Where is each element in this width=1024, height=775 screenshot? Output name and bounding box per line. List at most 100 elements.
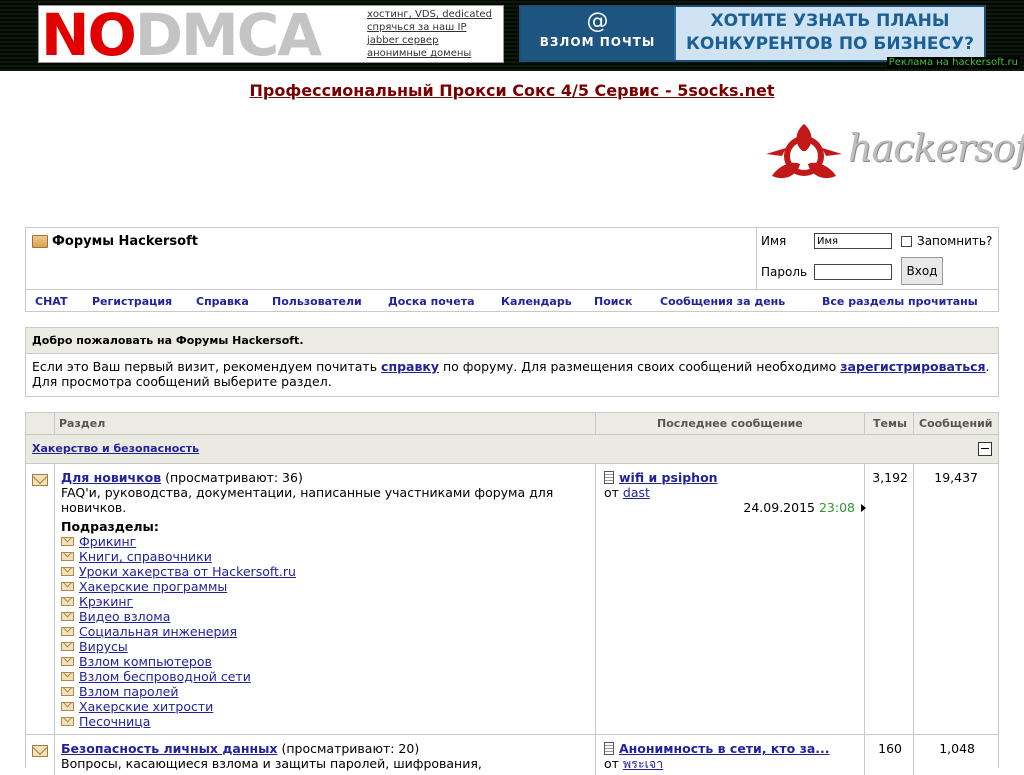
subforum-item[interactable]: Фрикинг <box>61 534 596 549</box>
register-link[interactable]: зарегистрироваться <box>840 359 985 374</box>
subforum-link[interactable]: Вирусы <box>79 639 128 654</box>
subforum-item[interactable]: Песочница <box>61 714 596 729</box>
forum-row: Безопасность личных данных (просматриваю… <box>26 735 998 775</box>
subforum-icon <box>61 657 74 666</box>
welcome-text-part: Если это Ваш первый визит, рекомендуем п… <box>32 359 382 374</box>
thread-icon <box>604 742 614 755</box>
subforum-icon <box>61 627 74 636</box>
subforum-link[interactable]: Хакерские программы <box>79 579 227 594</box>
subforum-item[interactable]: Видео взлома <box>61 609 596 624</box>
subforum-link[interactable]: Песочница <box>79 714 150 729</box>
last-post-user[interactable]: พระเจา <box>623 756 663 771</box>
subforum-link[interactable]: Крэкинг <box>79 594 133 609</box>
forum-info: Безопасность личных данных (просматриваю… <box>61 741 596 771</box>
category-row: Хакерство и безопасность <box>26 435 998 464</box>
remember-me[interactable]: Запомнить? <box>901 234 992 248</box>
subforum-icon <box>61 597 74 606</box>
nav-search[interactable]: Поиск <box>594 295 632 308</box>
subforum-icon <box>61 687 74 696</box>
subforum-item[interactable]: Книги, справочники <box>61 549 596 564</box>
mail-hack-ad[interactable]: @ ВЗЛОМ ПОЧТЫ ХОТИТЕ УЗНАТЬ ПЛАНЫ КОНКУР… <box>519 5 986 62</box>
collapse-icon[interactable] <box>978 442 992 456</box>
folder-icon <box>32 235 48 248</box>
navbar: Форумы Hackersoft Имя Запомнить? Пароль … <box>25 227 999 312</box>
last-post-user[interactable]: dast <box>623 485 650 500</box>
help-link[interactable]: справку <box>381 359 439 374</box>
subforum-link[interactable]: Хакерские хитрости <box>79 699 213 714</box>
subforum-link[interactable]: Взлом компьютеров <box>79 654 212 669</box>
nodmca-ad[interactable]: NODMCA хостинг, VDS, dedicated спрячься … <box>38 1 504 69</box>
nodmca-link[interactable]: спрячься за наш IP <box>367 21 492 34</box>
nodmca-link[interactable]: jabber сервер <box>367 34 492 47</box>
remember-label: Запомнить? <box>917 234 993 248</box>
category-link[interactable]: Хакерство и безопасность <box>32 442 199 455</box>
login-button[interactable]: Вход <box>901 257 943 285</box>
nav-mark-read[interactable]: Все разделы прочитаны <box>822 295 978 308</box>
last-post-cell: wifi и psiphon от dast 24.09.2015 23:08 <box>604 470 866 515</box>
subforum-item[interactable]: Хакерские программы <box>61 579 596 594</box>
subforum-item[interactable]: Взлом беспроводной сети <box>61 669 596 684</box>
forum-description: Вопросы, касающиеся взлома и защиты паро… <box>61 756 482 771</box>
thread-count: 160 <box>878 741 902 756</box>
forum-link[interactable]: Безопасность личных данных <box>61 741 278 756</box>
nav-chat[interactable]: CHAT <box>35 295 67 308</box>
biohazard-logo-icon <box>766 124 842 179</box>
hackersoft-logo[interactable]: hackersoft <box>764 118 1024 190</box>
welcome-text-part: по форуму. Для размещения своих сообщени… <box>439 359 841 374</box>
nav-links: CHAT Регистрация Справка Пользователи До… <box>26 289 998 311</box>
mail-ad-left: @ ВЗЛОМ ПОЧТЫ <box>521 7 674 60</box>
top-ad-banner: NODMCA хостинг, VDS, dedicated спрячься … <box>0 0 1024 71</box>
nav-calendar[interactable]: Календарь <box>501 295 572 308</box>
nav-todays-posts[interactable]: Сообщения за день <box>660 295 785 308</box>
subforum-item[interactable]: Хакерские хитрости <box>61 699 596 714</box>
login-form: Имя Запомнить? Пароль Вход <box>756 228 999 289</box>
subforum-item[interactable]: Взлом компьютеров <box>61 654 596 669</box>
subforum-item[interactable]: Уроки хакерства от Hackersoft.ru <box>61 564 596 579</box>
subforum-icon <box>61 582 74 591</box>
at-key-icon: @ <box>586 9 609 34</box>
subforum-item[interactable]: Взлом паролей <box>61 684 596 699</box>
ad-note[interactable]: Реклама на hackersoft.ru <box>886 57 1020 68</box>
subforum-link[interactable]: Социальная инженерия <box>79 624 237 639</box>
welcome-box: Добро пожаловать на Форумы Hackersoft. Е… <box>25 327 999 397</box>
mail-ad-caption: ВЗЛОМ ПОЧТЫ <box>539 35 656 49</box>
subforum-link[interactable]: Фрикинг <box>79 534 136 549</box>
forum-row: Для новичков (просматривают: 36) FAQ'и, … <box>26 464 998 735</box>
hackersoft-wordmark: hackersoft <box>848 126 1024 170</box>
subforum-link[interactable]: Взлом беспроводной сети <box>79 669 251 684</box>
header-posts: Сообщений <box>919 417 993 430</box>
subforum-icon <box>61 642 74 651</box>
last-post-link[interactable]: wifi и psiphon <box>619 470 718 485</box>
last-post-author: от พระเจา <box>604 756 866 771</box>
nodmca-link[interactable]: анонимные домены <box>367 47 492 60</box>
subforum-item[interactable]: Крэкинг <box>61 594 596 609</box>
forum-description: FAQ'и, руководства, документации, написа… <box>61 485 554 515</box>
welcome-heading: Добро пожаловать на Форумы Hackersoft. <box>26 328 998 354</box>
subforum-item[interactable]: Вирусы <box>61 639 596 654</box>
forum-title-text[interactable]: Форумы Hackersoft <box>52 234 198 249</box>
subforums-label: Подразделы: <box>61 519 159 534</box>
subforum-icon <box>61 567 74 576</box>
remember-checkbox[interactable] <box>901 235 912 247</box>
mail-ad-line: КОНКУРЕНТОВ ПО БИЗНЕСУ? <box>686 34 974 54</box>
subforum-item[interactable]: Социальная инженерия <box>61 624 596 639</box>
forum-info: Для новичков (просматривают: 36) FAQ'и, … <box>61 470 596 729</box>
subforum-list: Фрикинг Книги, справочники Уроки хакерст… <box>61 534 596 729</box>
subforum-link[interactable]: Уроки хакерства от Hackersoft.ru <box>79 564 296 579</box>
username-input[interactable] <box>814 233 892 249</box>
last-post-by: от <box>604 756 619 771</box>
subforum-icon <box>61 702 74 711</box>
go-to-last-post-icon[interactable] <box>861 504 866 512</box>
subforum-link[interactable]: Взлом паролей <box>79 684 178 699</box>
subforum-link[interactable]: Видео взлома <box>79 609 170 624</box>
forum-link[interactable]: Для новичков <box>61 470 161 485</box>
last-post-link[interactable]: Анонимность в сети, кто за... <box>619 741 830 756</box>
nav-honor-board[interactable]: Доска почета <box>388 295 475 308</box>
nav-members[interactable]: Пользователи <box>272 295 362 308</box>
password-input[interactable] <box>814 264 892 280</box>
subforum-link[interactable]: Книги, справочники <box>79 549 212 564</box>
proxy-service-link[interactable]: Профессиональный Прокси Сокс 4/5 Сервис … <box>250 81 775 100</box>
nodmca-link[interactable]: хостинг, VDS, dedicated <box>367 8 492 21</box>
nav-help[interactable]: Справка <box>196 295 249 308</box>
nav-register[interactable]: Регистрация <box>92 295 172 308</box>
